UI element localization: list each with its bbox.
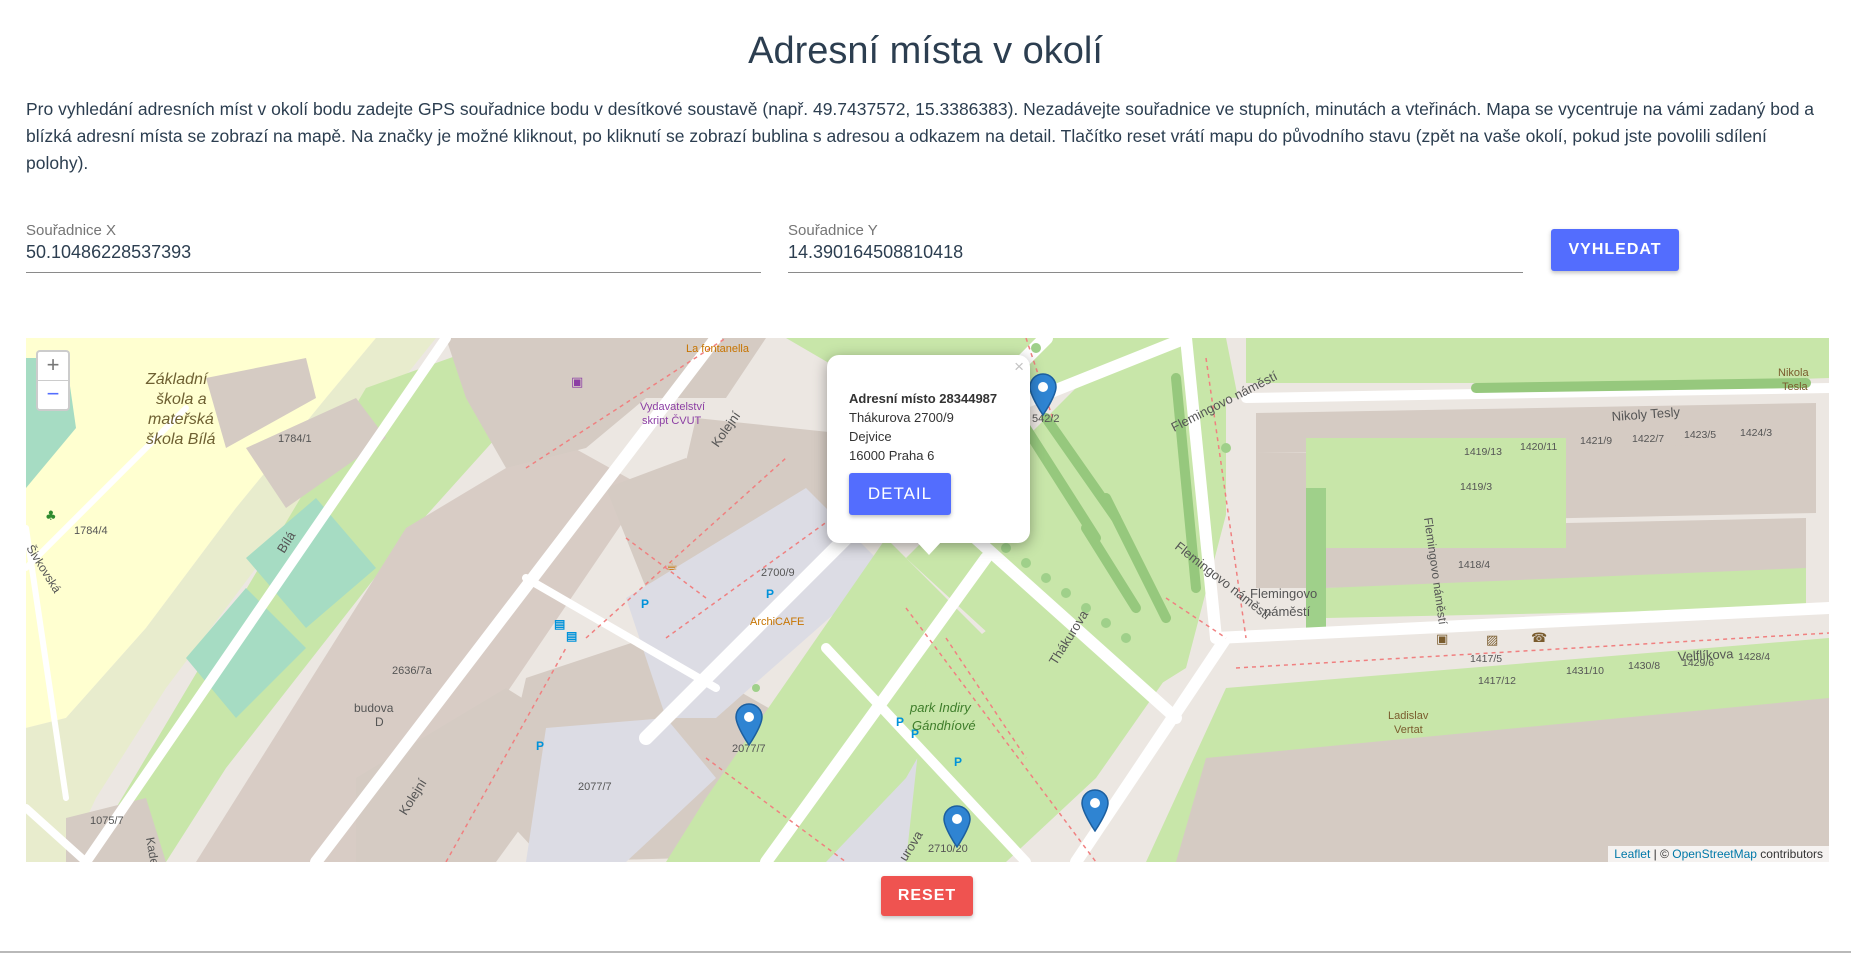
coordinate-x-field: Souřadnice X — [26, 220, 761, 273]
detail-button[interactable]: DETAIL — [849, 473, 951, 515]
svg-text:2636/7a: 2636/7a — [392, 665, 433, 677]
svg-text:ArchiCAFE: ArchiCAFE — [750, 616, 804, 628]
svg-text:Vertat: Vertat — [1394, 724, 1423, 736]
map-marker[interactable] — [1028, 372, 1058, 416]
search-button[interactable]: VYHLEDAT — [1551, 229, 1679, 271]
svg-text:1421/9: 1421/9 — [1580, 435, 1612, 447]
svg-text:Vydavatelství: Vydavatelství — [640, 401, 705, 413]
svg-text:La fontanella: La fontanella — [686, 343, 750, 355]
svg-text:park Indiry: park Indiry — [909, 700, 972, 715]
zoom-control: + − — [36, 350, 70, 411]
svg-text:P: P — [766, 587, 774, 601]
coordinate-x-input[interactable] — [26, 242, 761, 263]
svg-text:1422/7: 1422/7 — [1632, 433, 1664, 445]
popup-title: Adresní místo 28344987 — [849, 391, 998, 406]
svg-text:2077/7: 2077/7 — [578, 781, 612, 793]
svg-text:náměstí: náměstí — [1264, 604, 1311, 619]
svg-text:Gándhíové: Gándhíové — [912, 718, 976, 733]
svg-text:1417/12: 1417/12 — [1478, 675, 1516, 687]
svg-text:☎: ☎ — [1531, 631, 1547, 646]
svg-text:Flemingovo: Flemingovo — [1250, 586, 1317, 601]
svg-text:1418/4: 1418/4 — [1458, 559, 1490, 571]
popup-street: Thákurova 2700/9 — [849, 410, 954, 425]
svg-text:1784/1: 1784/1 — [278, 433, 312, 445]
coordinate-y-input[interactable] — [788, 242, 1523, 263]
svg-text:budova: budova — [354, 701, 394, 715]
svg-text:1423/5: 1423/5 — [1684, 429, 1716, 441]
map[interactable]: PPP PPP ▤ ▤ ☕ ▣ ☎ ▨ ▣ ♣ Základní škola a … — [26, 338, 1829, 862]
coordinate-y-field: Souřadnice Y — [788, 220, 1523, 273]
leaflet-link[interactable]: Leaflet — [1614, 847, 1650, 861]
coordinate-x-label: Souřadnice X — [26, 222, 117, 239]
svg-text:P: P — [641, 597, 649, 611]
svg-text:skript ČVUT: skript ČVUT — [642, 414, 702, 427]
openstreetmap-link[interactable]: OpenStreetMap — [1672, 847, 1757, 861]
svg-text:P: P — [954, 755, 962, 769]
svg-text:D: D — [375, 715, 384, 729]
page-title: Adresní místa v okolí — [748, 30, 1103, 72]
svg-text:1429/6: 1429/6 — [1682, 657, 1714, 669]
svg-text:▤: ▤ — [554, 617, 565, 631]
svg-text:Ladislav: Ladislav — [1388, 710, 1429, 722]
popup-address: Adresní místo 28344987 Thákurova 2700/9 … — [849, 389, 997, 465]
zoom-out-button[interactable]: − — [38, 380, 68, 409]
svg-text:Tesla: Tesla — [1782, 381, 1809, 393]
svg-text:▣: ▣ — [571, 375, 583, 390]
svg-text:P: P — [536, 739, 544, 753]
svg-text:▣: ▣ — [1436, 632, 1448, 647]
svg-text:▨: ▨ — [1486, 633, 1498, 648]
svg-text:1417/5: 1417/5 — [1470, 653, 1502, 665]
svg-text:1784/4: 1784/4 — [74, 525, 108, 537]
svg-text:1075/7: 1075/7 — [90, 815, 124, 827]
svg-text:škola Bílá: škola Bílá — [146, 431, 215, 448]
popup-district: Dejvice — [849, 429, 892, 444]
school-label-1: Základní — [145, 371, 209, 388]
svg-text:1419/3: 1419/3 — [1460, 481, 1492, 493]
svg-text:▤: ▤ — [566, 629, 577, 643]
map-attribution: Leaflet | © OpenStreetMap contributors — [1608, 846, 1829, 862]
intro-text: Pro vyhledání adresních míst v okolí bod… — [26, 99, 1815, 173]
svg-text:1428/4: 1428/4 — [1738, 651, 1770, 663]
zoom-in-button[interactable]: + — [38, 352, 68, 380]
coordinate-y-label: Souřadnice Y — [788, 222, 878, 239]
svg-text:☕: ☕ — [666, 559, 678, 574]
svg-text:2700/9: 2700/9 — [761, 567, 795, 579]
popup-city: 16000 Praha 6 — [849, 448, 935, 463]
svg-text:♣: ♣ — [45, 509, 57, 524]
svg-text:1419/13: 1419/13 — [1464, 446, 1502, 458]
map-marker[interactable] — [1080, 788, 1110, 832]
svg-text:1420/11: 1420/11 — [1520, 441, 1557, 453]
svg-text:1424/3: 1424/3 — [1740, 427, 1772, 439]
svg-text:škola a: škola a — [156, 391, 207, 408]
svg-text:Nikola: Nikola — [1778, 367, 1809, 379]
svg-text:1431/10: 1431/10 — [1566, 665, 1604, 677]
svg-text:P: P — [896, 715, 904, 729]
close-icon[interactable]: × — [1014, 357, 1024, 377]
svg-text:1430/8: 1430/8 — [1628, 660, 1660, 672]
map-marker[interactable] — [942, 804, 972, 848]
svg-text:mateřská: mateřská — [148, 411, 214, 428]
reset-button[interactable]: RESET — [881, 876, 973, 916]
popup-tip — [916, 541, 942, 555]
map-marker[interactable] — [734, 702, 764, 746]
address-popup: × Adresní místo 28344987 Thákurova 2700/… — [827, 355, 1030, 555]
